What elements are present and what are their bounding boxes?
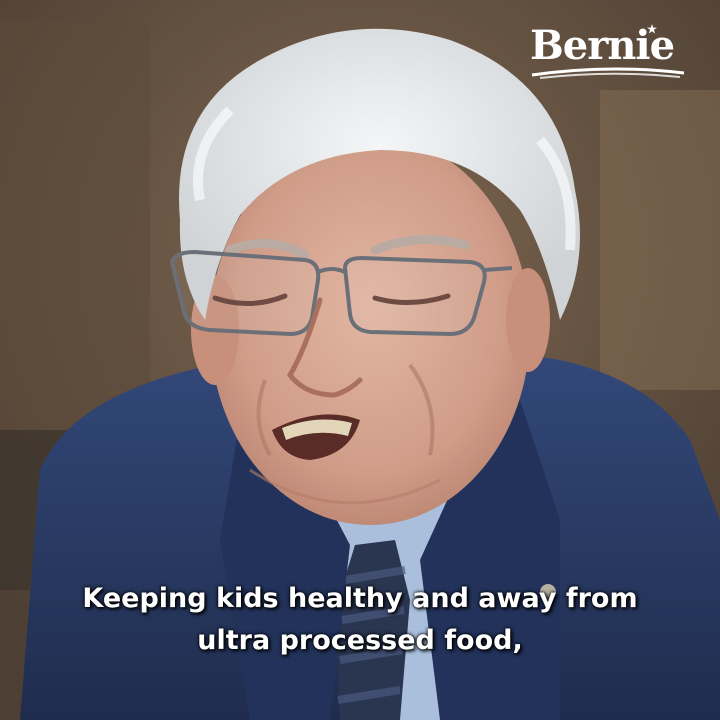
wall-panel-right (600, 90, 720, 390)
logo-swoosh (531, 67, 685, 79)
ear-right (506, 268, 550, 372)
caption-line-2: ultra processed food, (197, 625, 523, 656)
wall-panel-left (0, 20, 150, 440)
subtitle-caption: Keeping kids healthy and away from ultra… (0, 578, 720, 662)
caption-line-1: Keeping kids healthy and away from (82, 583, 638, 614)
video-frame: Bernie Keeping kids healthy and away fro… (0, 0, 720, 720)
star-icon (647, 24, 657, 34)
bernie-logo: Bernie (530, 22, 690, 82)
